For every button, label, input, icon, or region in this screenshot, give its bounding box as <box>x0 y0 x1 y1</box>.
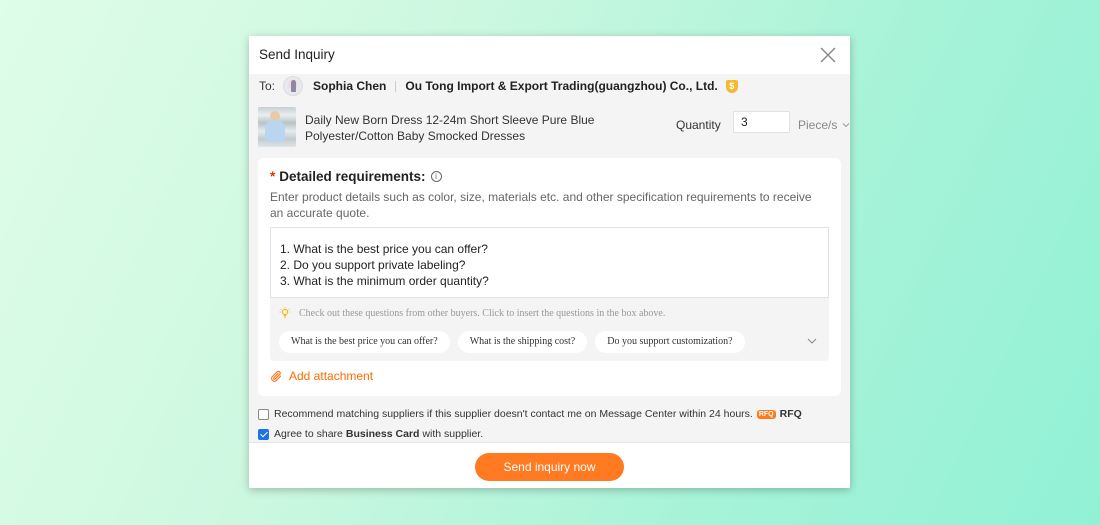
share-card-label-prefix: Agree to share <box>274 428 343 440</box>
recipient-row: To: Sophia Chen Ou Tong Import & Export … <box>259 74 738 98</box>
rfq-label: RFQ <box>779 408 802 420</box>
modal-header: Send Inquiry <box>249 36 850 74</box>
required-marker: * <box>270 169 276 184</box>
requirements-description: Enter product details such as color, siz… <box>270 190 812 220</box>
recommend-suppliers-checkbox[interactable] <box>258 408 269 420</box>
quantity-input[interactable] <box>733 111 790 133</box>
requirements-title: * Detailed requirements: i <box>270 169 442 184</box>
share-card-label-suffix: with supplier. <box>422 428 484 440</box>
requirements-card: * Detailed requirements: i Enter product… <box>258 158 841 396</box>
unit-select[interactable]: Piece/s <box>798 118 850 132</box>
expand-chevron-icon[interactable] <box>807 336 817 346</box>
close-icon <box>820 47 836 63</box>
product-name: Daily New Born Dress 12-24m Short Sleeve… <box>305 112 605 144</box>
add-attachment-label: Add attachment <box>289 369 374 383</box>
company-name[interactable]: Ou Tong Import & Export Trading(guangzho… <box>405 79 717 93</box>
divider <box>395 80 397 92</box>
paperclip-icon <box>271 370 282 382</box>
chevron-down-icon <box>843 123 850 128</box>
modal-footer: Send inquiry now <box>249 442 850 488</box>
close-button[interactable] <box>818 45 838 65</box>
lightbulb-icon <box>279 307 291 318</box>
requirements-textarea[interactable]: 1. What is the best price you can offer?… <box>270 227 829 298</box>
contact-name: Sophia Chen <box>313 79 387 93</box>
send-inquiry-modal: Send Inquiry To: Sophia Chen Ou Tong Imp… <box>249 36 850 488</box>
to-label: To: <box>259 79 276 93</box>
share-business-card-option: Agree to share Business Card with suppli… <box>258 428 483 440</box>
share-business-card-checkbox[interactable] <box>258 428 269 440</box>
product-name-line2: Polyester/Cotton Baby Smocked Dresses <box>305 129 526 143</box>
product-thumbnail <box>258 107 296 147</box>
suggested-questions-box: Check out these questions from other buy… <box>270 298 829 361</box>
suggestion-chip[interactable]: What is the shipping cost? <box>457 331 588 353</box>
suggestion-chip[interactable]: Do you support customization? <box>595 331 745 353</box>
requirements-title-text: Detailed requirements: <box>279 169 426 184</box>
suggestion-chips: What is the best price you can offer? Wh… <box>279 331 753 353</box>
recommend-suppliers-option: Recommend matching suppliers if this sup… <box>258 408 802 420</box>
product-name-line1: Daily New Born Dress 12-24m Short Sleeve… <box>305 113 595 127</box>
share-card-label-bold: Business Card <box>345 428 420 440</box>
modal-title: Send Inquiry <box>259 47 335 62</box>
avatar <box>283 76 304 96</box>
recommend-suppliers-label: Recommend matching suppliers if this sup… <box>274 408 753 420</box>
suggestion-chip[interactable]: What is the best price you can offer? <box>279 331 450 353</box>
info-icon[interactable]: i <box>430 171 442 182</box>
add-attachment-link[interactable]: Add attachment <box>270 369 373 383</box>
rfq-badge-icon: RFQ <box>756 409 776 419</box>
suggest-hint-text: Check out these questions from other buy… <box>299 307 666 319</box>
suggest-hint: Check out these questions from other buy… <box>279 307 665 319</box>
send-inquiry-button[interactable]: Send inquiry now <box>475 453 624 481</box>
verified-shield-icon: $ <box>725 79 738 93</box>
quantity-label: Quantity <box>676 118 721 132</box>
product-row: Daily New Born Dress 12-24m Short Sleeve… <box>258 106 850 148</box>
unit-value: Piece/s <box>798 118 838 132</box>
